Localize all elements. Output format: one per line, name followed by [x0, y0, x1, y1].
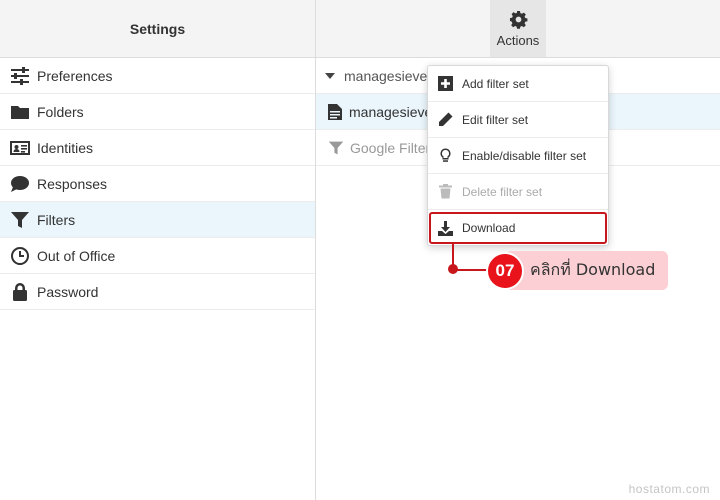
sidebar-item-label: Preferences	[37, 67, 113, 84]
sidebar-item-folders[interactable]: Folders	[0, 94, 315, 130]
settings-header: Settings	[0, 0, 315, 58]
trash-icon	[439, 184, 452, 199]
menu-item-edit-filter-set[interactable]: Edit filter set	[428, 102, 608, 138]
filter-script-name: managesieve	[349, 103, 433, 120]
file-icon	[328, 103, 342, 120]
lightbulb-icon	[440, 148, 451, 162]
filter-name: Google Filter	[350, 139, 431, 156]
sidebar-item-label: Folders	[37, 103, 84, 120]
menu-item-label: Edit filter set	[462, 112, 529, 127]
menu-item-label: Download	[462, 221, 516, 235]
actions-button[interactable]: Actions	[490, 0, 546, 57]
callout-label: คลิกที่ Download	[505, 251, 668, 290]
filter-icon	[328, 141, 344, 154]
download-icon	[438, 220, 453, 236]
menu-item-delete-filter-set[interactable]: Delete filter set	[428, 174, 608, 210]
callout-text: คลิกที่ Download	[530, 260, 656, 279]
folder-icon	[10, 102, 30, 122]
menu-item-label: Add filter set	[462, 76, 529, 91]
menu-item-label: Delete filter set	[462, 184, 543, 199]
pencil-icon	[439, 112, 453, 126]
sidebar-item-label: Identities	[37, 139, 94, 156]
actions-menu: Add filter set Edit filter set Enable/di…	[427, 65, 609, 246]
sidebar-item-password[interactable]: Password	[0, 274, 315, 310]
sidebar-item-label: Responses	[37, 175, 108, 192]
sidebar-item-label: Password	[37, 283, 99, 300]
sidebar-item-label: Filters	[37, 211, 76, 228]
step-badge: 07	[486, 252, 524, 290]
sidebar-item-label: Out of Office	[37, 247, 116, 264]
comment-icon	[10, 174, 30, 194]
filter-icon	[10, 210, 30, 230]
sidebar-item-out-of-office[interactable]: Out of Office	[0, 238, 315, 274]
menu-item-label: Enable/disable filter set	[462, 148, 587, 163]
sliders-icon	[10, 66, 30, 86]
menu-item-add-filter-set[interactable]: Add filter set	[428, 66, 608, 102]
filter-set-name: managesieve	[344, 67, 428, 84]
sidebar-item-filters[interactable]: Filters	[0, 202, 315, 238]
menu-item-download[interactable]: Download	[429, 212, 607, 244]
callout-dot	[448, 264, 458, 274]
sidebar-item-identities[interactable]: Identities	[0, 130, 315, 166]
gear-icon	[509, 10, 527, 29]
sidebar-item-responses[interactable]: Responses	[0, 166, 315, 202]
settings-sidebar: Settings Preferences Folders Identities …	[0, 0, 316, 500]
watermark: hostatom.com	[628, 482, 710, 496]
actions-label: Actions	[496, 32, 540, 48]
clock-icon	[10, 246, 30, 266]
sidebar-item-preferences[interactable]: Preferences	[0, 58, 315, 94]
id-card-icon	[10, 138, 30, 158]
chevron-down-icon	[325, 72, 335, 79]
lock-icon	[10, 282, 30, 302]
menu-item-enable-disable[interactable]: Enable/disable filter set	[428, 138, 608, 174]
plus-square-icon	[438, 76, 453, 91]
